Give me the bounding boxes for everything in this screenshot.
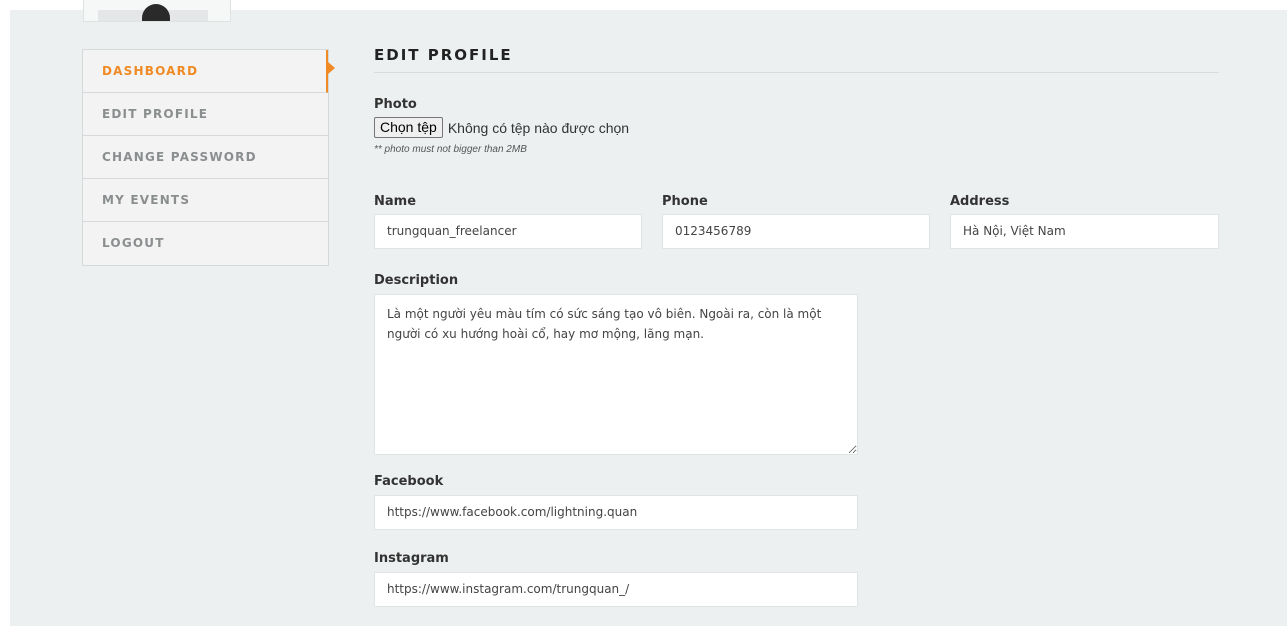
facebook-label: Facebook — [374, 474, 444, 489]
avatar — [83, 0, 231, 22]
address-field-group: Address Hà Nội, Việt Nam — [950, 194, 1219, 249]
page-title: EDIT PROFILE — [374, 46, 1219, 73]
edit-profile-form: EDIT PROFILE Photo Chọn tệp Không có tệp… — [374, 46, 1219, 607]
facebook-section: Facebook https://www.facebook.com/lightn… — [374, 472, 858, 530]
sidebar-menu: DASHBOARD EDIT PROFILE CHANGE PASSWORD M… — [82, 49, 335, 266]
instagram-input[interactable]: https://www.instagram.com/trungquan_/ — [374, 572, 858, 607]
name-field-group: Name trungquan_freelancer — [374, 194, 642, 249]
address-input[interactable]: Hà Nội, Việt Nam — [950, 214, 1219, 249]
choose-file-button[interactable]: Chọn tệp — [374, 117, 443, 138]
file-picker: Chọn tệp Không có tệp nào được chọn — [374, 117, 1219, 138]
phone-input[interactable]: 0123456789 — [662, 214, 930, 249]
description-textarea[interactable]: Là một người yêu màu tím có sức sáng tạo… — [374, 294, 858, 455]
sidebar-item-my-events[interactable]: MY EVENTS — [83, 179, 328, 222]
phone-label: Phone — [662, 194, 708, 209]
name-input[interactable]: trungquan_freelancer — [374, 214, 642, 249]
name-label: Name — [374, 194, 417, 209]
instagram-label: Instagram — [374, 551, 449, 566]
address-label: Address — [950, 194, 1010, 209]
photo-label: Photo — [374, 97, 417, 112]
sidebar-item-edit-profile[interactable]: EDIT PROFILE — [83, 93, 328, 136]
instagram-section: Instagram https://www.instagram.com/trun… — [374, 549, 858, 607]
sidebar-item-dashboard[interactable]: DASHBOARD — [83, 50, 335, 93]
photo-size-hint: ** photo must not bigger than 2MB — [374, 144, 527, 155]
description-label: Description — [374, 273, 459, 288]
facebook-input[interactable]: https://www.facebook.com/lightning.quan — [374, 495, 858, 530]
sidebar-item-logout[interactable]: LOGOUT — [83, 222, 328, 265]
contact-row: Name trungquan_freelancer Phone 01234567… — [374, 194, 1219, 254]
sidebar-item-change-password[interactable]: CHANGE PASSWORD — [83, 136, 328, 179]
description-section: Description Là một người yêu màu tím có … — [374, 271, 858, 455]
avatar-figure — [142, 4, 170, 21]
file-status-text: Không có tệp nào được chọn — [447, 119, 630, 136]
photo-section: Photo Chọn tệp Không có tệp nào được chọ… — [374, 97, 1219, 155]
phone-field-group: Phone 0123456789 — [662, 194, 930, 249]
